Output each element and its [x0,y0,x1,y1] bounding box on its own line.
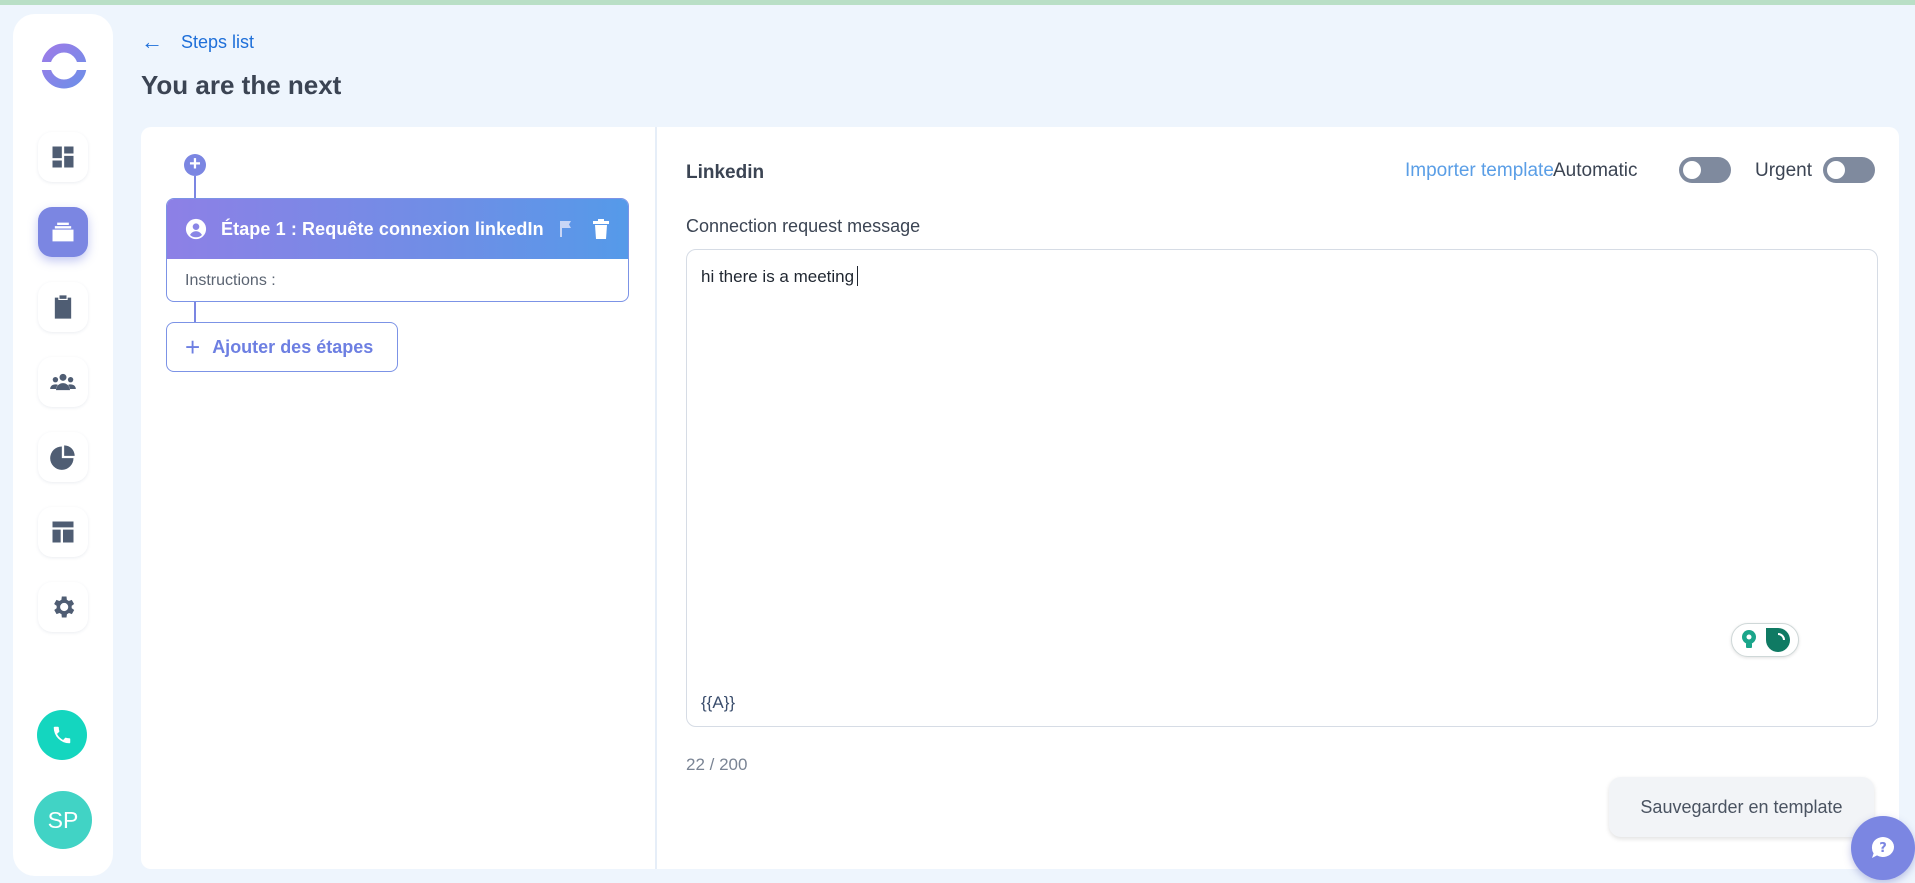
analytics-icon [50,445,75,470]
toggle-knob [1827,161,1845,179]
tasks-icon [54,295,72,319]
sidebar: SP [13,14,113,876]
flag-icon[interactable] [558,220,574,238]
nav-analytics[interactable] [38,432,88,482]
connector-line [194,302,196,322]
import-template-link[interactable]: Importer template [1405,160,1554,182]
back-to-steps-link[interactable]: ← Steps list [141,31,254,53]
page-title: You are the next [141,70,342,100]
save-as-template-button[interactable]: Sauvegarder en template [1609,777,1874,837]
contacts-icon [50,373,76,391]
character-counter: 22 / 200 [686,755,748,774]
urgent-label: Urgent [1755,160,1813,181]
help-chat-button[interactable]: ? [1851,816,1915,880]
urgent-toggle[interactable] [1823,157,1875,183]
settings-icon [54,596,75,618]
connector-line [194,176,196,198]
user-avatar[interactable]: SP [34,791,92,849]
step-card[interactable]: Étape 1 : Requête connexion linkedIn Ins… [166,198,629,302]
variable-tag[interactable]: {{A}} [701,693,735,713]
step-header: Étape 1 : Requête connexion linkedIn [167,199,628,259]
top-accent-line [0,0,1915,5]
automatic-label: Automatic [1553,160,1638,181]
back-link-label: Steps list [181,31,255,52]
nav-contacts[interactable] [38,357,88,407]
add-step-above-button[interactable]: + [184,154,206,176]
templates-icon [52,521,74,543]
writing-assistant-widget[interactable] [1731,623,1799,657]
call-button[interactable] [37,710,87,760]
step-instructions: Instructions : [185,272,276,289]
sequence-editor-card: + Étape 1 : Requête connexion linkedIn I… [141,127,1899,869]
toggle-knob [1683,161,1701,179]
step-title: Étape 1 : Requête connexion linkedIn [221,218,544,239]
trash-icon[interactable] [592,219,610,239]
nav-dashboard[interactable] [38,132,88,182]
add-steps-button[interactable]: + Ajouter des étapes [166,322,398,372]
plus-icon: + [185,332,201,362]
nav-campaigns[interactable] [38,207,88,257]
user-circle-icon [185,218,207,240]
text-caret [857,266,859,286]
message-field-label: Connection request message [686,216,921,236]
nav-tasks[interactable] [38,282,88,332]
nav-templates[interactable] [38,507,88,557]
dashboard-icon [52,146,74,168]
message-textarea[interactable]: hi there is a meeting {{A}} [686,249,1878,727]
automatic-toggle[interactable] [1679,157,1731,183]
panel-divider [655,127,657,869]
add-steps-label: Ajouter des étapes [212,336,374,357]
lightbulb-icon[interactable] [1738,628,1760,652]
arrow-left-icon: ← [141,29,163,54]
svg-text:?: ? [1879,841,1887,856]
app-logo[interactable] [38,40,90,92]
message-text: hi there is a meeting [701,266,859,287]
assistant-logo-icon[interactable] [1763,625,1793,655]
channel-title: Linkedin [686,162,765,183]
help-chat-icon: ? [1871,837,1894,858]
nav-settings[interactable] [38,582,88,632]
phone-icon [53,726,71,744]
campaigns-icon [52,222,74,242]
